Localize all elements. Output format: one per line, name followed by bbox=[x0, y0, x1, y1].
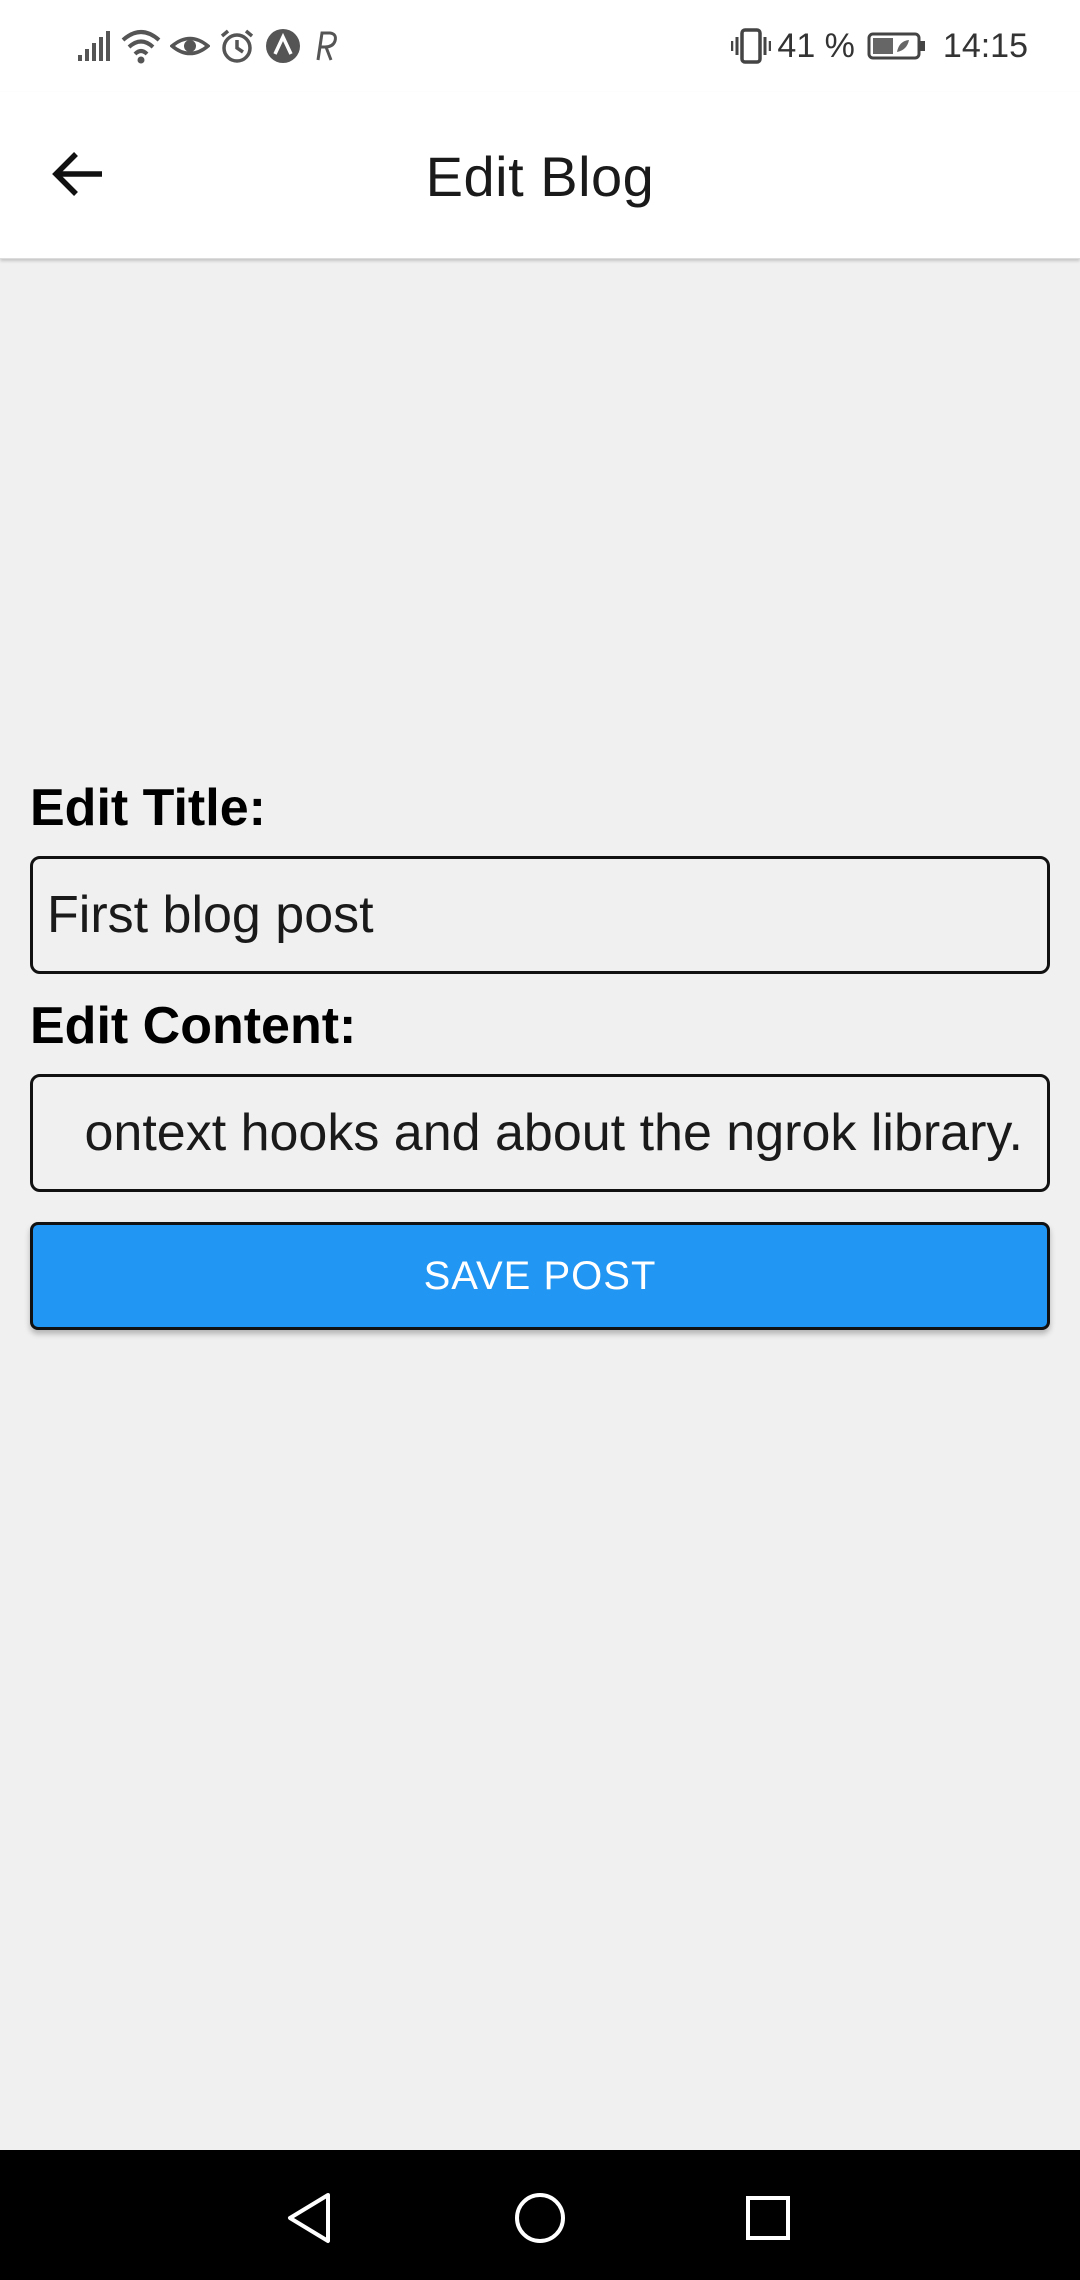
nav-recents-icon bbox=[743, 2193, 793, 2248]
nav-home-button[interactable] bbox=[500, 2180, 580, 2260]
status-bar: 41 % 14:15 bbox=[0, 0, 1080, 92]
app-bar: Edit Blog bbox=[0, 92, 1080, 259]
navigation-bar bbox=[0, 2150, 1080, 2280]
nav-back-icon bbox=[284, 2190, 336, 2251]
wifi-icon bbox=[120, 28, 162, 64]
page-title: Edit Blog bbox=[425, 145, 655, 208]
alarm-icon bbox=[218, 28, 256, 64]
content-input-text: ontext hooks and about the ngrok library… bbox=[84, 1104, 1023, 1162]
content-label: Edit Content: bbox=[30, 997, 357, 1055]
app-a-icon bbox=[264, 27, 302, 65]
nav-recents-button[interactable] bbox=[728, 2180, 808, 2260]
eye-icon bbox=[170, 29, 210, 63]
screen: 41 % 14:15 Edit Blog Edit Title: First b… bbox=[0, 0, 1080, 2280]
edit-blog-form: Edit Title: Edit Content: ontext hooks a… bbox=[30, 770, 1050, 1330]
status-icons-left bbox=[76, 24, 340, 68]
title-input[interactable] bbox=[30, 856, 1050, 974]
nav-home-icon bbox=[512, 2190, 568, 2251]
nav-back-button[interactable] bbox=[270, 2180, 350, 2260]
status-icons-right: 41 % 14:15 bbox=[731, 22, 1028, 70]
content-input[interactable]: ontext hooks and about the ngrok library… bbox=[30, 1074, 1050, 1192]
battery-icon bbox=[867, 31, 927, 61]
battery-percent: 41 % bbox=[777, 26, 855, 65]
save-post-button[interactable]: SAVE POST bbox=[30, 1222, 1050, 1330]
vibrate-icon bbox=[731, 27, 772, 65]
clock: 14:15 bbox=[942, 26, 1028, 65]
title-label: Edit Title: bbox=[30, 779, 266, 837]
app-r-icon bbox=[310, 28, 340, 64]
signal-icon bbox=[76, 29, 112, 63]
